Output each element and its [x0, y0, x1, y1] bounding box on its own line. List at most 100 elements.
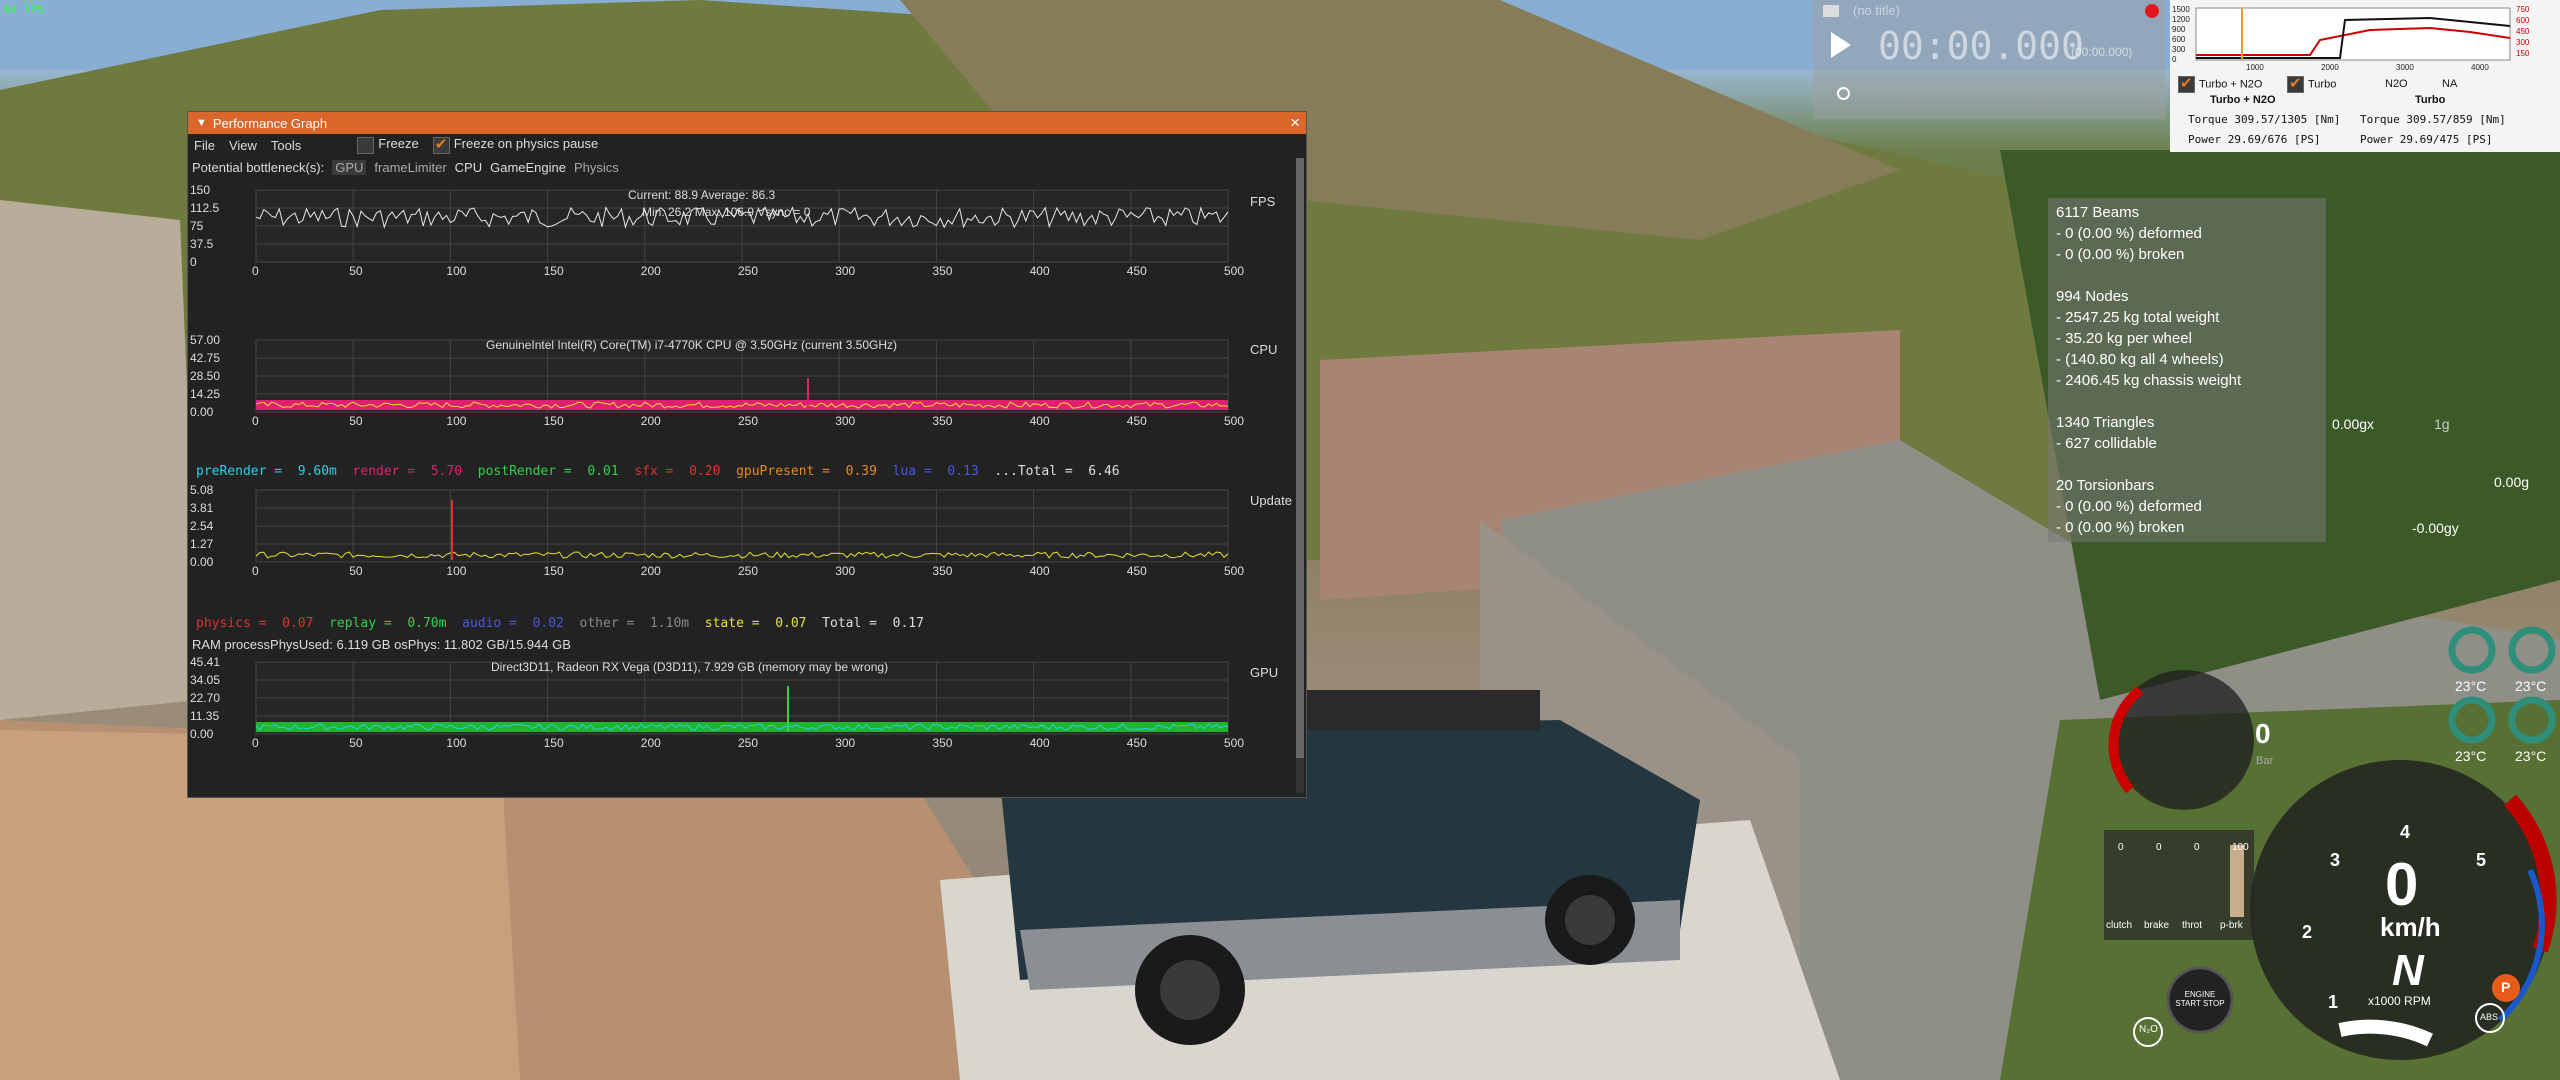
y-tick-label: 0 [190, 255, 197, 269]
check-turbo-n2o[interactable]: Turbo + N2O [2178, 74, 2262, 93]
pedal-value: 0 [2118, 842, 2124, 853]
pedal-value: 0 [2194, 842, 2200, 853]
record-icon[interactable] [2145, 4, 2159, 18]
x-tick-label: 150 [544, 414, 564, 428]
stat-line: - 2547.25 kg total weight [2056, 309, 2220, 326]
x-tick-label: 350 [932, 414, 952, 428]
boost-value: 0 [2255, 718, 2271, 749]
bottleneck-cpu[interactable]: CPU [455, 160, 482, 175]
bottleneck-gameengine[interactable]: GameEngine [490, 160, 566, 175]
rpm-x-tick: 3000 [2396, 63, 2414, 72]
stat-line: - 0 (0.00 %) broken [2056, 246, 2185, 263]
freeze-physics-checkbox[interactable]: Freeze on physics pause [432, 135, 599, 154]
timer-total: (00:00.000) [2071, 45, 2133, 59]
x-tick-label: 250 [738, 264, 758, 278]
y-tick-label: 14.25 [190, 387, 220, 401]
right-torque: Torque 309.57/859 [Nm] [2360, 113, 2506, 126]
legend-entry: state = 0.07 [704, 616, 823, 631]
x-tick-label: 350 [932, 736, 952, 750]
y-tick-label: 22.70 [190, 691, 220, 705]
x-tick-label: 50 [349, 736, 363, 750]
tire-temp-rl: 23°C [2455, 748, 2487, 764]
x-tick-label: 0 [252, 264, 259, 278]
rpm-x-tick: 1000 [2246, 63, 2264, 72]
stat-line: 994 Nodes [2056, 288, 2129, 305]
x-tick-label: 300 [835, 414, 855, 428]
vehicle-stats-panel: 6117 Beams - 0 (0.00 %) deformed - 0 (0.00… [2048, 198, 2326, 542]
folder-icon[interactable] [1823, 5, 1839, 17]
y-tick-label: 37.5 [190, 237, 214, 251]
freeze-checkbox[interactable]: Freeze [357, 136, 419, 154]
menu-tools[interactable]: Tools [271, 138, 301, 153]
x-tick-label: 100 [446, 264, 466, 278]
legend-entry: replay = 0.70m [329, 616, 463, 631]
update-legend: physics = 0.07 replay = 0.70m audio = 0.… [196, 616, 940, 631]
x-tick-label: 150 [544, 264, 564, 278]
x-tick-label: 400 [1030, 564, 1050, 578]
tire-temp-fl: 23°C [2455, 678, 2487, 694]
checkbox-icon[interactable] [357, 136, 375, 154]
pedal-value: 0 [2156, 842, 2162, 853]
y-tick-label: 1.27 [190, 537, 214, 551]
checkmark-icon[interactable] [2287, 74, 2304, 93]
stat-line: - 35.20 kg per wheel [2056, 330, 2192, 347]
close-icon[interactable]: × [1290, 114, 1300, 131]
scrollbar-thumb[interactable] [1296, 158, 1304, 758]
graph-info: Current: 88.9 Average: 86.3 [628, 188, 776, 202]
rpm-x-tick: 4000 [2471, 63, 2489, 72]
bottleneck-physics[interactable]: Physics [574, 160, 619, 175]
y-tick-label: 45.41 [190, 655, 220, 669]
stat-line: 6117 Beams [2056, 204, 2140, 221]
graph-info: GenuineIntel Intel(R) Core(TM) i7-4770K … [486, 338, 897, 352]
stat-line: 20 Torsionbars [2056, 477, 2155, 494]
gforce-y: -0.00gy [2412, 520, 2459, 536]
freeze-label: Freeze [378, 136, 419, 152]
stat-line: - 0 (0.00 %) deformed [2056, 225, 2202, 242]
parking-label: P [2501, 979, 2511, 995]
scrollbar[interactable] [1296, 158, 1304, 793]
checkmark-icon[interactable] [2178, 74, 2195, 93]
x-tick-label: 400 [1030, 264, 1050, 278]
x-tick-label: 200 [641, 414, 661, 428]
torque-y-tick: 600 [2172, 35, 2186, 44]
bottleneck-gpu[interactable]: GPU [332, 159, 367, 175]
recording-title: (no title) [1853, 3, 1900, 18]
boost-unit: Bar [2256, 755, 2274, 767]
x-tick-label: 150 [544, 736, 564, 750]
window-titlebar[interactable]: ▼ Performance Graph × [188, 112, 1306, 134]
play-icon[interactable] [1831, 32, 1851, 58]
x-tick-label: 500 [1224, 564, 1244, 578]
check-turbo[interactable]: Turbo [2287, 74, 2336, 93]
menu-view[interactable]: View [229, 138, 257, 153]
bottleneck-framelimiter[interactable]: frameLimiter [374, 160, 446, 175]
parking-brake-bar [2230, 845, 2244, 917]
engine-start-label: ENGINE START STOP [2175, 990, 2225, 1008]
checkmark-icon[interactable] [432, 135, 450, 154]
bottleneck-label: Potential bottleneck(s): [192, 159, 325, 175]
label-n2o: N2O [2385, 78, 2408, 90]
torque-y-tick: 0 [2172, 55, 2177, 64]
performance-graph-window[interactable]: ▼ Performance Graph × File View Tools Fr… [187, 111, 1307, 798]
timeline-slider[interactable] [1837, 87, 1850, 100]
x-tick-label: 450 [1127, 736, 1147, 750]
x-tick-label: 0 [252, 564, 259, 578]
x-tick-label: 400 [1030, 414, 1050, 428]
rpm-tick-2: 2 [2302, 922, 2313, 942]
x-tick-label: 50 [349, 264, 363, 278]
graph-label-fps: FPS [1250, 194, 1276, 209]
rpm-x-tick: 2000 [2321, 63, 2339, 72]
speed-value: 0 [2385, 851, 2419, 918]
x-tick-label: 250 [738, 414, 758, 428]
freeze-physics-label: Freeze on physics pause [453, 136, 599, 152]
power-y-tick: 300 [2516, 38, 2530, 47]
legend-entry: postRender = 0.01 [477, 464, 635, 479]
pedal-value: 100 [2232, 842, 2249, 853]
abs-label: ABS [2480, 1012, 2499, 1022]
rpm-tick-5: 5 [2476, 850, 2487, 870]
y-tick-label: 0.00 [190, 405, 214, 419]
stat-line: - 627 collidable [2056, 435, 2157, 452]
gforce-1g: 1g [2434, 416, 2450, 432]
menu-file[interactable]: File [194, 138, 215, 153]
x-tick-label: 350 [932, 264, 952, 278]
collapse-icon[interactable]: ▼ [196, 117, 207, 129]
